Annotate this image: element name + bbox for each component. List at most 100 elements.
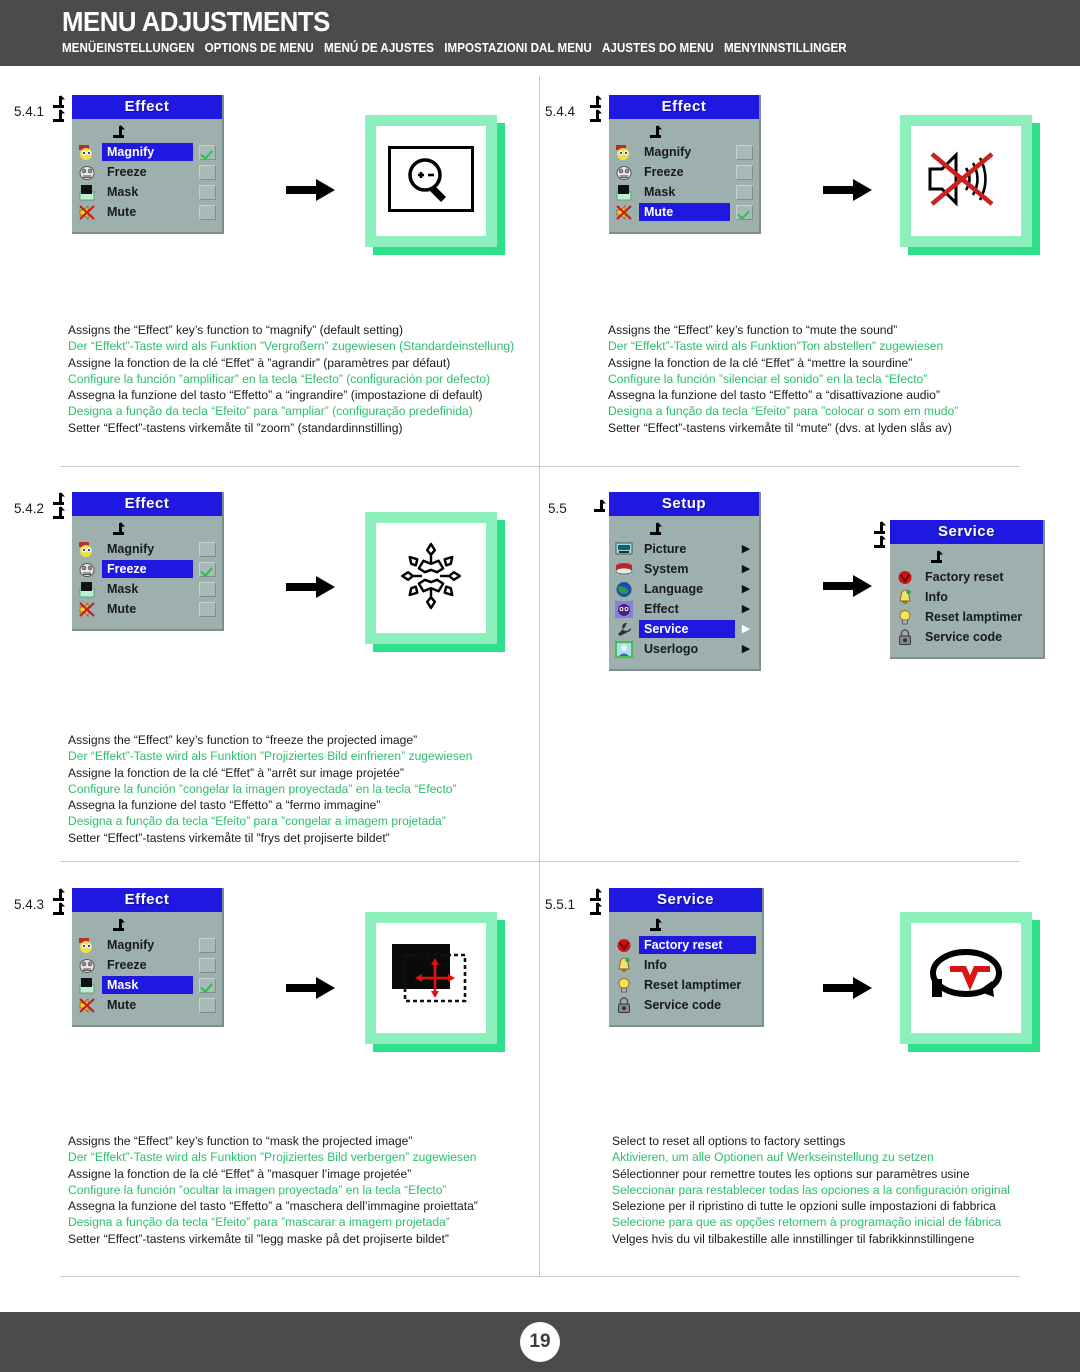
- osd-item-label: Picture: [644, 542, 687, 556]
- osd-item-picture[interactable]: Picture ▶: [615, 539, 753, 559]
- osd-checkbox[interactable]: [199, 581, 216, 597]
- osd-back-row[interactable]: [615, 916, 756, 935]
- osd-item-language[interactable]: Language ▶: [615, 579, 753, 599]
- subtitle-es: MENÚ DE AJUSTES: [324, 41, 435, 55]
- osd-item-label: Mute: [107, 998, 137, 1012]
- description-5-4-2: Assigns the “Effect” key’s function to “…: [68, 732, 472, 846]
- osd-item-factory-reset[interactable]: Factory reset: [615, 935, 756, 955]
- osd-item-label: System: [644, 562, 689, 576]
- osd-checkbox[interactable]: [736, 184, 753, 200]
- osd-checkbox[interactable]: [199, 601, 216, 617]
- osd-checkbox[interactable]: [736, 144, 753, 160]
- return-arrow-icon: [649, 522, 665, 538]
- osd-back-row[interactable]: [615, 520, 753, 539]
- freeze-icon: [78, 561, 96, 578]
- osd-item-magnify[interactable]: Magnify: [78, 539, 216, 559]
- osd-item-reset-lamptimer[interactable]: Reset lamptimer: [615, 975, 756, 995]
- osd-checkbox[interactable]: [199, 977, 216, 993]
- magnify-screen-icon: [388, 145, 474, 217]
- osd-checkbox[interactable]: [199, 997, 216, 1013]
- osd-item-factory-reset[interactable]: Factory reset: [896, 567, 1037, 587]
- osd-back-row[interactable]: [78, 123, 216, 142]
- osd-item-effect[interactable]: Effect ▶: [615, 599, 753, 619]
- osd-item-mask[interactable]: Mask: [78, 975, 216, 995]
- osd-item-label: Factory reset: [639, 936, 756, 954]
- return-arrow-icon: [52, 902, 68, 918]
- osd-checkbox[interactable]: [199, 957, 216, 973]
- desc-line-fr: Sélectionner pour remettre toutes les op…: [612, 1166, 970, 1181]
- content-bottom-divider: [60, 1276, 1020, 1277]
- osd-item-magnify[interactable]: Magnify: [78, 142, 216, 162]
- osd-item-service-code[interactable]: Service code: [615, 995, 756, 1015]
- osd-checkbox[interactable]: [199, 561, 216, 577]
- osd-item-magnify[interactable]: Magnify: [78, 935, 216, 955]
- osd-item-info[interactable]: Info: [896, 587, 1037, 607]
- subtitle-no: MENYINNSTILLINGER: [723, 41, 847, 55]
- column-divider: [539, 76, 540, 1276]
- osd-item-freeze[interactable]: Freeze: [615, 162, 753, 182]
- description-5-4-3: Assigns the “Effect” key’s function to “…: [68, 1133, 478, 1247]
- row-divider-right-1: [539, 466, 1020, 467]
- desc-line-es: Configure la función ”amplificar” en la …: [68, 371, 491, 386]
- service-icon: [615, 621, 633, 638]
- osd-item-info[interactable]: Info: [615, 955, 756, 975]
- magnify-icon: [78, 144, 96, 161]
- osd-item-label: Language: [644, 582, 704, 596]
- info-icon: [615, 957, 633, 974]
- osd-item-mask[interactable]: Mask: [615, 182, 753, 202]
- section-number-5-5: 5.5: [548, 501, 567, 516]
- osd-item-system[interactable]: System ▶: [615, 559, 753, 579]
- magnify-icon: [78, 541, 96, 558]
- row-divider-left-1: [60, 466, 539, 467]
- osd-checkbox[interactable]: [736, 204, 753, 220]
- osd-item-service[interactable]: Service ▶: [615, 619, 753, 639]
- info-icon: [896, 589, 914, 606]
- osd-item-freeze[interactable]: Freeze: [78, 955, 216, 975]
- desc-line-fr: Assigne la fonction de la clé “Effet” à …: [68, 1166, 412, 1181]
- osd-item-freeze[interactable]: Freeze: [78, 162, 216, 182]
- transition-arrow-icon: [823, 573, 873, 604]
- osd-back-row[interactable]: [78, 520, 216, 539]
- submenu-arrow-icon: ▶: [741, 543, 751, 555]
- osd-checkbox[interactable]: [199, 937, 216, 953]
- osd-item-service-code[interactable]: Service code: [896, 627, 1037, 647]
- return-arrow-icon: [112, 918, 128, 934]
- page-footer: 19: [0, 1312, 1080, 1372]
- osd-back-row[interactable]: [78, 916, 216, 935]
- osd-item-mask[interactable]: Mask: [78, 182, 216, 202]
- osd-item-label: Freeze: [102, 560, 193, 578]
- osd-back-row[interactable]: [615, 123, 753, 142]
- transition-arrow-icon: [823, 177, 873, 208]
- osd-checkbox[interactable]: [199, 541, 216, 557]
- osd-item-mute[interactable]: Mute: [78, 599, 216, 619]
- osd-checkbox[interactable]: [199, 204, 216, 220]
- osd-item-label: Freeze: [107, 958, 147, 972]
- osd-item-reset-lamptimer[interactable]: Reset lamptimer: [896, 607, 1037, 627]
- osd-item-magnify[interactable]: Magnify: [615, 142, 753, 162]
- osd-checkbox[interactable]: [199, 144, 216, 160]
- osd-item-mute[interactable]: Mute: [78, 995, 216, 1015]
- osd-item-mute[interactable]: Mute: [78, 202, 216, 222]
- osd-item-label: Userlogo: [644, 642, 699, 656]
- osd-item-freeze[interactable]: Freeze: [78, 559, 216, 579]
- osd-item-userlogo[interactable]: Userlogo ▶: [615, 639, 753, 659]
- result-card-mute: [900, 115, 1040, 255]
- transition-arrow-icon: [286, 574, 336, 605]
- service-code-icon: [896, 628, 914, 646]
- desc-line-pt: Designa a função da tecla “Efeito” para …: [68, 1215, 450, 1230]
- osd-checkbox[interactable]: [199, 164, 216, 180]
- osd-item-label: Info: [644, 958, 667, 972]
- osd-menu-effect: Effect Magnify Freeze Mask Mute: [609, 95, 761, 234]
- osd-checkbox[interactable]: [199, 184, 216, 200]
- factory-reset-loop-icon: [920, 943, 1012, 1014]
- desc-line-no: Velges hvis du vil tilbakestille alle in…: [612, 1231, 975, 1246]
- osd-item-mask[interactable]: Mask: [78, 579, 216, 599]
- return-arrow-icon: [649, 125, 665, 141]
- osd-item-label: Freeze: [644, 165, 684, 179]
- freeze-icon: [615, 164, 633, 181]
- osd-back-row[interactable]: [896, 548, 1037, 567]
- description-5-5-1: Select to reset all options to factory s…: [612, 1133, 1010, 1247]
- osd-item-mute[interactable]: Mute: [615, 202, 753, 222]
- mask-icon: [78, 184, 96, 201]
- osd-checkbox[interactable]: [736, 164, 753, 180]
